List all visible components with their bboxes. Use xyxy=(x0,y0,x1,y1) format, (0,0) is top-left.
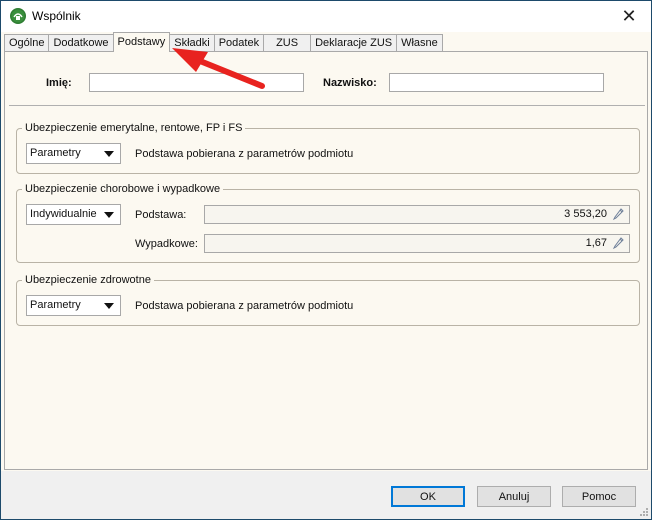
pension-group-title: Ubezpieczenie emerytalne, rentowe, FP i … xyxy=(22,122,246,134)
tab-dodatkowe[interactable]: Dodatkowe xyxy=(48,34,114,52)
base-amount-value: 3 553,20 xyxy=(564,208,607,220)
close-icon[interactable]: ✕ xyxy=(607,1,651,32)
health-insurance-group: Ubezpieczenie zdrowotne Parametry Podsta… xyxy=(16,274,640,326)
first-name-label: Imię: xyxy=(46,77,72,89)
last-name-label: Nazwisko: xyxy=(323,77,377,89)
help-button[interactable]: Pomoc xyxy=(562,486,636,507)
base-amount-field[interactable]: 3 553,20 xyxy=(204,205,630,224)
first-name-field[interactable] xyxy=(89,73,304,92)
sickness-group-title: Ubezpieczenie chorobowe i wypadkowe xyxy=(22,183,224,195)
health-mode-select[interactable]: Parametry xyxy=(26,295,121,316)
sickness-mode-value: Indywidualnie xyxy=(30,208,97,220)
pension-mode-value: Parametry xyxy=(30,147,81,159)
tab-skladki[interactable]: Składki xyxy=(169,34,215,52)
tab-deklaracje-zus[interactable]: Deklaracje ZUS xyxy=(310,34,398,52)
pencil-icon[interactable] xyxy=(612,237,624,250)
accident-rate-value: 1,67 xyxy=(585,237,607,249)
pension-insurance-group: Ubezpieczenie emerytalne, rentowe, FP i … xyxy=(16,122,640,174)
divider xyxy=(9,105,645,106)
tab-panel-podstawy: Imię: Nazwisko: Ubezpieczenie emerytalne… xyxy=(4,51,648,470)
last-name-field[interactable] xyxy=(389,73,604,92)
tab-ogolne[interactable]: Ogólne xyxy=(4,34,50,52)
window-title: Wspólnik xyxy=(32,9,81,23)
health-group-title: Ubezpieczenie zdrowotne xyxy=(22,274,154,286)
pension-description: Podstawa pobierana z parametrów podmiotu xyxy=(135,148,354,160)
base-label: Podstawa: xyxy=(135,209,187,221)
pension-mode-select[interactable]: Parametry xyxy=(26,143,121,164)
tab-podatek[interactable]: Podatek xyxy=(213,34,265,52)
tab-podstawy[interactable]: Podstawy xyxy=(112,32,171,52)
dialog-window: Wspólnik ✕ Ogólne Dodatkowe Podstawy Skł… xyxy=(0,0,652,520)
tab-wlasne[interactable]: Własne xyxy=(396,34,443,52)
sickness-mode-select[interactable]: Indywidualnie xyxy=(26,204,121,225)
cancel-button[interactable]: Anuluj xyxy=(477,486,551,507)
tab-zus[interactable]: ZUS xyxy=(263,34,312,52)
title-bar[interactable]: Wspólnik ✕ xyxy=(1,1,651,32)
sickness-insurance-group: Ubezpieczenie chorobowe i wypadkowe Indy… xyxy=(16,183,640,263)
accident-rate-field[interactable]: 1,67 xyxy=(204,234,630,253)
health-mode-value: Parametry xyxy=(30,299,81,311)
chevron-down-icon xyxy=(104,212,114,218)
pencil-icon[interactable] xyxy=(612,208,624,221)
ok-button[interactable]: OK xyxy=(391,486,465,507)
chevron-down-icon xyxy=(104,303,114,309)
health-description: Podstawa pobierana z parametrów podmiotu xyxy=(135,300,354,312)
accident-label: Wypadkowe: xyxy=(135,238,198,250)
chevron-down-icon xyxy=(104,151,114,157)
button-bar: OK Anuluj Pomoc xyxy=(1,471,651,519)
app-logo-icon xyxy=(10,8,26,24)
resize-grip-icon[interactable] xyxy=(639,507,649,517)
tab-strip: Ogólne Dodatkowe Podstawy Składki Podate… xyxy=(4,32,443,52)
